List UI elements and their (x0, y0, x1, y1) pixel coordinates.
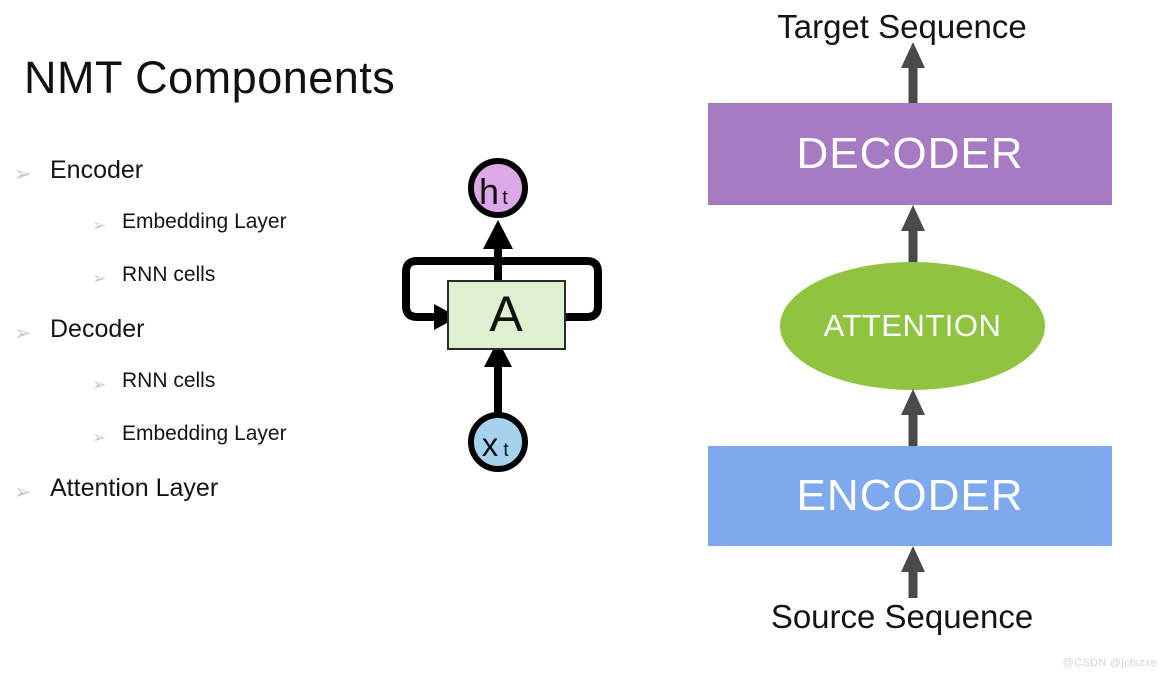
arrowhead-bullet-icon: ➢ (92, 269, 107, 288)
list-item: ➢ RNN cells (14, 264, 414, 317)
rnn-cell-body: A (447, 280, 566, 350)
list-item: ➢ Decoder (14, 317, 414, 370)
list-item-label: Attention Layer (50, 474, 219, 502)
rnn-cell-diagram: A h t x t (390, 145, 620, 485)
hidden-state-subscript: t (502, 187, 508, 209)
arrow-source-to-encoder (900, 546, 926, 598)
arrow-attention-to-decoder (900, 205, 926, 263)
list-item-label: Embedding Layer (122, 422, 287, 445)
outline-list: ➢ Encoder ➢ Embedding Layer ➢ RNN cells … (14, 158, 414, 529)
hidden-state-label: h (479, 171, 499, 212)
arrow-encoder-to-attention (900, 389, 926, 447)
list-item: ➢ Embedding Layer (14, 423, 414, 476)
rnn-cell-body-label: A (489, 286, 523, 342)
arrowhead-bullet-icon: ➢ (14, 481, 32, 504)
input-node: x t (468, 412, 528, 472)
list-item-label: Decoder (50, 315, 145, 343)
list-item: ➢ Encoder (14, 158, 414, 211)
encoder-block: ENCODER (708, 446, 1112, 546)
input-subscript: t (503, 440, 509, 461)
target-sequence-label: Target Sequence (777, 8, 1027, 45)
source-sequence-label: Source Sequence (770, 598, 1034, 635)
list-item: ➢ Attention Layer (14, 476, 414, 529)
page-title: NMT Components (24, 52, 396, 103)
attention-block: ATTENTION (780, 262, 1045, 390)
arrowhead-bullet-icon: ➢ (14, 322, 32, 345)
arrowhead-bullet-icon: ➢ (92, 428, 107, 447)
arrowhead-bullet-icon: ➢ (14, 163, 32, 186)
decoder-label: DECODER (796, 129, 1024, 178)
list-item-label: Encoder (50, 156, 144, 184)
encoder-label: ENCODER (796, 471, 1024, 520)
arrowhead-bullet-icon: ➢ (92, 216, 107, 235)
nmt-architecture-diagram: Target Sequence DECODER ATTENTION ENCODE… (660, 0, 1163, 675)
arrow-decoder-to-target (900, 42, 926, 104)
list-item-label: RNN cells (122, 263, 216, 286)
attention-label: ATTENTION (823, 308, 1002, 343)
hidden-state-node: h t (468, 158, 528, 218)
decoder-block: DECODER (708, 103, 1112, 205)
list-item-label: RNN cells (122, 369, 216, 392)
input-label: x (482, 426, 499, 463)
watermark: @CSDN @jcfszxe (1062, 657, 1157, 669)
list-item: ➢ RNN cells (14, 370, 414, 423)
arrowhead-bullet-icon: ➢ (92, 375, 107, 394)
input-to-cell-arrow (484, 340, 512, 417)
list-item: ➢ Embedding Layer (14, 211, 414, 264)
list-item-label: Embedding Layer (122, 210, 287, 233)
